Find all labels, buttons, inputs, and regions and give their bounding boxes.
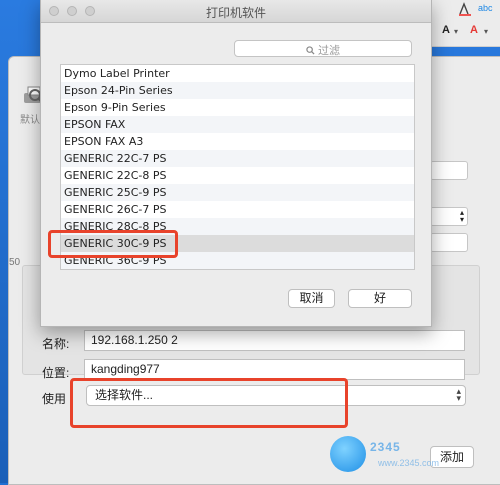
dialog-title: 打印机软件 [205,6,266,20]
search-icon [306,45,318,57]
abc-style-button[interactable]: abc [478,2,493,14]
name-field[interactable]: 192.168.1.250 2 [84,330,465,351]
printer-list-item[interactable]: Dymo Label Printer [61,65,414,82]
chevron-down-icon[interactable]: ▾ [484,26,488,38]
highlight-box-selected-printer [48,230,178,258]
printer-list-item[interactable]: GENERIC 22C-8 PS [61,167,414,184]
select-arrows-icon: ▴ ▾ [456,386,461,403]
hidden-select-1[interactable]: ▴ ▾ [430,207,468,226]
cancel-button[interactable]: 取消 [288,289,335,308]
filter-search-field[interactable]: 过滤 [234,40,412,57]
highlight-icon[interactable] [458,2,472,19]
side-edge-text: 50 [9,257,21,268]
toolbar-label-default[interactable]: 默认 [20,111,40,126]
printer-list-item[interactable]: GENERIC 25C-9 PS [61,184,414,201]
chevron-down-icon[interactable]: ▾ [454,26,458,38]
select-arrows-icon: ▴ ▾ [459,208,464,224]
printer-software-dialog: 打印机软件 过滤 Dymo Label Printer Epson 24-Pin … [40,0,432,327]
watermark-logo-icon [330,436,366,472]
printer-list-item[interactable]: Epson 24-Pin Series [61,82,414,99]
printer-list-item[interactable]: GENERIC 22C-7 PS [61,150,414,167]
title-bar: 打印机软件 [41,0,431,23]
use-label: 使用 [42,392,67,406]
printer-list-item[interactable]: Epson 9-Pin Series [61,99,414,116]
printer-list-item[interactable]: GENERIC 26C-7 PS [61,201,414,218]
location-label: 位置: [42,366,70,380]
text-color-button[interactable]: A [470,24,478,36]
word-toolbar: abc A ▾ A ▾ [430,0,500,47]
search-placeholder: 过滤 [318,45,341,57]
hidden-field-1[interactable] [430,161,468,180]
printer-list-item[interactable]: EPSON FAX A3 [61,133,414,150]
watermark: 2345 www.2345.com [330,436,480,476]
name-label: 名称: [42,337,70,351]
location-field[interactable]: kangding977 [84,359,465,380]
highlight-box-use [70,378,348,428]
search-placeholder-row: 过滤 [235,42,411,58]
watermark-sub: www.2345.com [378,458,440,468]
font-color-button[interactable]: A [442,24,450,36]
printer-list-item[interactable]: EPSON FAX [61,116,414,133]
watermark-text: 2345 [370,440,401,454]
ok-button[interactable]: 好 [348,289,412,308]
hidden-field-2[interactable] [430,233,468,252]
